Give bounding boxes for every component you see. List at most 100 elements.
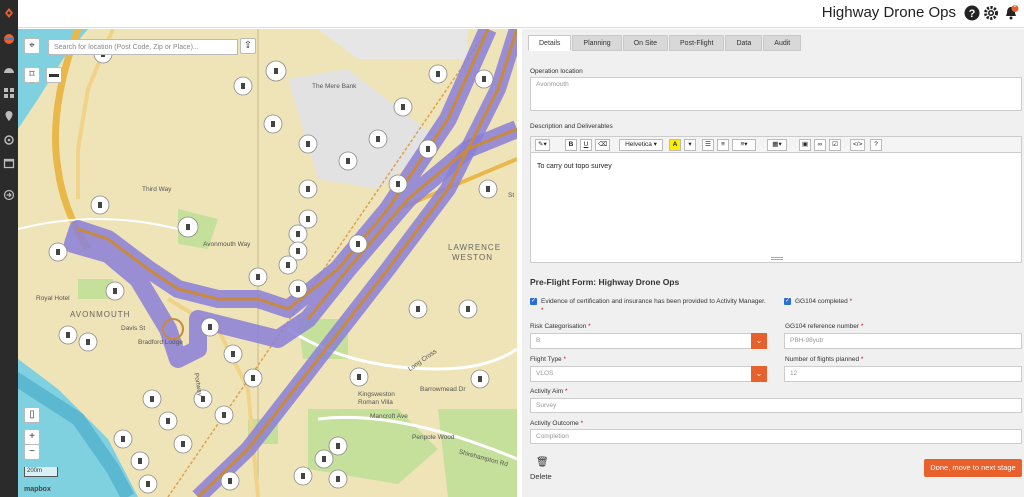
chevron-down-icon[interactable]: ⌄ bbox=[751, 366, 767, 382]
sidebar bbox=[0, 0, 18, 497]
eraser-icon[interactable]: ⌫ bbox=[595, 139, 611, 151]
font-family-select[interactable]: Helvetica ▾ bbox=[619, 139, 663, 151]
operation-location-field[interactable]: Avonmouth bbox=[530, 77, 1022, 111]
map-canvas[interactable] bbox=[18, 29, 517, 497]
mapbox-attribution[interactable]: mapbox bbox=[24, 486, 51, 493]
code-view-icon[interactable]: </> bbox=[850, 139, 866, 151]
description-label: Description and Deliverables bbox=[530, 123, 613, 130]
flight-type-label: Flight Type * bbox=[530, 356, 567, 363]
draw-line-button[interactable]: ▬ bbox=[46, 67, 62, 83]
description-editor[interactable]: To carry out topo survey bbox=[530, 153, 1022, 263]
risk-select[interactable]: B bbox=[530, 333, 758, 349]
link-icon[interactable]: ∞ bbox=[814, 139, 826, 151]
crosshair-icon: ⌖ bbox=[29, 40, 35, 51]
map-icon: ▯ bbox=[29, 409, 35, 420]
activity-outcome-label: Activity Outcome * bbox=[530, 420, 584, 427]
map-label: Bradford Lodge bbox=[138, 339, 183, 346]
draw-polygon-button[interactable]: ⌑ bbox=[24, 67, 40, 83]
map-label: Avonmouth Way bbox=[203, 241, 251, 248]
drone-logo-icon[interactable] bbox=[3, 7, 15, 19]
magic-wand-icon[interactable]: ✎▾ bbox=[535, 139, 550, 151]
map-label: Penpole Wood bbox=[412, 434, 455, 441]
activity-outcome-input[interactable]: Completion bbox=[530, 429, 1022, 444]
zoom-in-button[interactable]: + bbox=[24, 429, 40, 445]
map-view[interactable]: Third Way Avonmouth Way LAWRENCE WESTON … bbox=[18, 29, 517, 497]
num-flights-input[interactable]: 12 bbox=[784, 366, 1022, 382]
help-icon[interactable]: ? bbox=[870, 139, 882, 151]
map-label: Davis St bbox=[121, 325, 146, 332]
tab-on-site[interactable]: On Site bbox=[622, 35, 669, 51]
editor-toolbar: ✎▾ B U ⌫ Helvetica ▾ A ▾ ☰ ≡ ≡▾ ▦▾ ▣ ∞ ☑… bbox=[530, 136, 1022, 153]
gg104-ref-input[interactable]: PBH-98yutr bbox=[784, 333, 1022, 349]
bold-icon[interactable]: B bbox=[565, 139, 577, 151]
map-label: Roman Villa bbox=[358, 399, 393, 406]
num-flights-label: Number of flights planned * bbox=[785, 356, 864, 363]
activity-aim-input[interactable]: Survey bbox=[530, 398, 1022, 413]
map-search-input[interactable]: Search for location (Post Code, Zip or P… bbox=[48, 39, 238, 55]
ordered-list-icon[interactable]: ≡ bbox=[717, 139, 729, 151]
tab-bar: Details Planning On Site Post-Flight Dat… bbox=[528, 35, 802, 51]
risk-label: Risk Categorisation * bbox=[530, 323, 591, 330]
target-icon[interactable] bbox=[3, 134, 15, 146]
map-label: Barrowmead Dr bbox=[420, 386, 466, 393]
details-panel: Details Planning On Site Post-Flight Dat… bbox=[522, 29, 1024, 497]
preflight-title: Pre-Flight Form: Highway Drone Ops bbox=[530, 277, 680, 287]
table-icon[interactable]: ▦▾ bbox=[767, 139, 787, 151]
map-label: The Mere Bank bbox=[312, 83, 357, 90]
resize-handle[interactable] bbox=[771, 257, 783, 260]
dashboard-icon[interactable] bbox=[3, 64, 15, 76]
app-title: Highway Drone Ops bbox=[821, 4, 956, 21]
map-label: Kingsweston bbox=[358, 391, 395, 398]
svg-text:?: ? bbox=[969, 8, 976, 20]
line-icon: ▬ bbox=[49, 69, 59, 80]
tab-data[interactable]: Data bbox=[725, 35, 763, 51]
locate-me-button[interactable]: ⌖ bbox=[24, 38, 40, 54]
flight-type-select[interactable]: VLOS bbox=[530, 366, 758, 382]
notification-badge: 8 bbox=[1013, 3, 1017, 9]
polygon-icon: ⌑ bbox=[29, 69, 35, 80]
zoom-out-button[interactable]: − bbox=[24, 444, 40, 460]
upload-button[interactable]: ⇪ bbox=[240, 38, 256, 54]
font-family-value: Helvetica bbox=[625, 141, 652, 148]
delete-button[interactable]: Delete bbox=[530, 472, 552, 481]
chevron-down-icon[interactable]: ⌄ bbox=[751, 333, 767, 349]
gear-icon[interactable] bbox=[983, 5, 999, 21]
description-text: To carry out topo survey bbox=[537, 163, 612, 170]
location-icon[interactable] bbox=[3, 110, 15, 122]
image-icon[interactable]: ▣ bbox=[799, 139, 812, 151]
map-label: Third Way bbox=[142, 186, 172, 193]
logout-icon[interactable] bbox=[3, 189, 15, 201]
map-label: WESTON bbox=[452, 253, 493, 262]
gg104-completed-label: GG104 completed * bbox=[795, 298, 853, 305]
activity-aim-label: Activity Aim * bbox=[530, 388, 568, 395]
map-scale: 200m bbox=[24, 467, 58, 477]
evidence-label: Evidence of certification and insurance … bbox=[541, 298, 766, 314]
align-dropdown-icon[interactable]: ≡▾ bbox=[732, 139, 756, 151]
calendar-icon[interactable] bbox=[3, 157, 15, 169]
drone-icon[interactable] bbox=[3, 33, 15, 45]
checkbox-icon[interactable]: ☑ bbox=[829, 139, 841, 151]
map-label: St bbox=[508, 192, 515, 199]
map-label: Mancroft Ave bbox=[370, 413, 408, 420]
map-label: LAWRENCE bbox=[448, 243, 502, 252]
underline-icon[interactable]: U bbox=[580, 139, 592, 151]
unordered-list-icon[interactable]: ☰ bbox=[702, 139, 714, 151]
help-icon[interactable]: ? bbox=[964, 5, 980, 21]
grid-icon[interactable] bbox=[3, 87, 15, 99]
operation-location-label: Operation location bbox=[530, 68, 583, 75]
tab-details[interactable]: Details bbox=[528, 35, 572, 51]
text-color-icon[interactable]: A bbox=[669, 139, 681, 151]
map-label: AVONMOUTH bbox=[70, 310, 131, 319]
tab-planning[interactable]: Planning bbox=[572, 35, 622, 51]
tab-audit[interactable]: Audit bbox=[763, 35, 802, 51]
color-dropdown-icon[interactable]: ▾ bbox=[684, 139, 696, 151]
gg104-completed-checkbox[interactable]: ✓ bbox=[784, 298, 791, 305]
tab-post-flight[interactable]: Post-Flight bbox=[669, 35, 725, 51]
upload-icon: ⇪ bbox=[243, 40, 253, 51]
evidence-checkbox[interactable]: ✓ bbox=[530, 298, 537, 305]
gg104-ref-label: GG104 reference number * bbox=[785, 323, 864, 330]
done-next-stage-button[interactable]: Done, move to next stage bbox=[924, 459, 1022, 477]
map-label: Royal Hotel bbox=[36, 295, 70, 302]
map-layers-button[interactable]: ▯ bbox=[24, 407, 40, 423]
trash-icon[interactable]: 🗑 bbox=[536, 457, 549, 468]
